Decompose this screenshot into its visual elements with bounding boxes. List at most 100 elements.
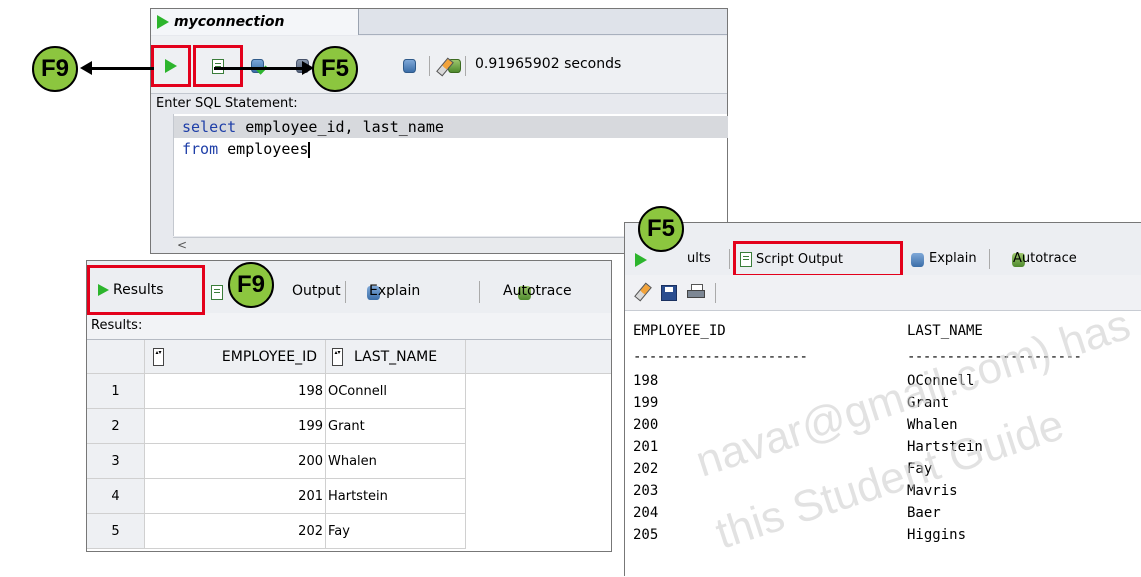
run-icon <box>157 15 169 29</box>
output-row-name: Higgins <box>907 527 967 543</box>
tab-autotrace-label: Autotrace <box>503 283 572 299</box>
output-row-id: 201 <box>633 439 659 455</box>
tab-divider <box>345 281 346 303</box>
results-grid: ▴▾ EMPLOYEE_ID ▴▾ LAST_NAME 1 198 OConne… <box>87 339 611 551</box>
callout-arrow-f5 <box>214 67 306 70</box>
explain-icon <box>911 253 924 267</box>
results-tab-strip: Results Output Explain Autotrace <box>87 261 611 315</box>
f9-key-badge-results: F9 <box>228 262 274 308</box>
toolbar-divider <box>715 283 716 303</box>
output-row-name: Baer <box>907 505 941 521</box>
script-icon <box>740 251 752 267</box>
callout-arrow-f9 <box>86 67 154 70</box>
output-row-id: 205 <box>633 527 659 543</box>
run-icon <box>635 253 647 267</box>
script-icon <box>211 285 223 300</box>
tab-results-partial-label: ults <box>687 251 711 266</box>
output-row-id: 198 <box>633 373 659 389</box>
save-icon[interactable] <box>661 285 677 301</box>
output-row-id: 203 <box>633 483 659 499</box>
callout-arrowhead-f9 <box>80 61 92 75</box>
explain-plan-icon[interactable] <box>403 59 417 73</box>
table-row[interactable]: 5 202 Fay <box>87 514 466 549</box>
run-icon <box>165 59 177 73</box>
table-row[interactable]: 4 201 Hartstein <box>87 479 466 514</box>
script-icon <box>212 58 224 74</box>
column-header-last-name[interactable]: ▴▾ LAST_NAME <box>326 340 466 374</box>
worksheet-toolbar: 0.91965902 seconds <box>151 36 727 94</box>
f9-key-badge: F9 <box>32 46 78 92</box>
tab-autotrace-label: Autotrace <box>1013 251 1077 266</box>
sql-line-1: select employee_id, last_name <box>174 116 728 138</box>
connection-tab-label: myconnection <box>174 14 285 30</box>
cell-last-name: Hartstein <box>326 479 466 514</box>
tab-output[interactable]: Output <box>292 283 341 299</box>
f5-key-badge-script: F5 <box>638 206 684 252</box>
output-row-id: 199 <box>633 395 659 411</box>
run-statement-button[interactable] <box>151 45 191 87</box>
tab-output-label: Output <box>292 283 341 299</box>
row-number: 4 <box>87 479 145 514</box>
cell-employee-id: 202 <box>145 514 326 549</box>
tab-results[interactable]: Results <box>87 265 205 315</box>
tab-autotrace[interactable]: Autotrace <box>1013 251 1077 266</box>
cell-employee-id: 200 <box>145 444 326 479</box>
output-row-id: 202 <box>633 461 659 477</box>
sql-keyword-from: from <box>182 140 219 158</box>
print-icon[interactable] <box>687 284 705 300</box>
sql-keyword-select: select <box>182 118 237 136</box>
tab-explain-label: Explain <box>369 283 421 299</box>
tab-explain[interactable]: Explain <box>929 251 977 266</box>
cell-employee-id: 198 <box>145 374 326 409</box>
table-row[interactable]: 1 198 OConnell <box>87 374 466 409</box>
table-row[interactable]: 2 199 Grant <box>87 409 466 444</box>
tab-script-output-label: Script Output <box>756 251 843 267</box>
tab-explain[interactable]: Explain <box>369 283 420 299</box>
row-number: 5 <box>87 514 145 549</box>
table-row[interactable]: 3 200 Whalen <box>87 444 466 479</box>
tab-script-output[interactable]: Script Output <box>733 241 903 277</box>
row-number: 1 <box>87 374 145 409</box>
tab-results-label: Results <box>113 282 164 298</box>
output-header-employee-id: EMPLOYEE_ID <box>633 323 726 339</box>
column-header-filler <box>466 340 611 374</box>
connection-tab[interactable]: myconnection <box>151 9 359 35</box>
column-header-label: EMPLOYEE_ID <box>221 348 317 365</box>
toolbar-divider <box>465 56 466 76</box>
tab-explain-label: Explain <box>929 251 977 266</box>
results-caption: Results: <box>91 318 143 333</box>
row-number: 2 <box>87 409 145 444</box>
text-cursor <box>308 141 311 158</box>
connection-tab-strip: myconnection <box>151 9 727 35</box>
execution-time: 0.91965902 seconds <box>475 56 622 72</box>
cell-last-name: Fay <box>326 514 466 549</box>
tab-divider <box>729 249 730 269</box>
grid-corner <box>87 340 145 374</box>
cell-employee-id: 199 <box>145 409 326 444</box>
run-script-button[interactable] <box>193 45 243 87</box>
output-dashes-employee-id: ---------------------- <box>633 349 808 365</box>
column-header-employee-id[interactable]: ▴▾ EMPLOYEE_ID <box>145 340 326 374</box>
sql-prompt-label: Enter SQL Statement: <box>156 96 298 111</box>
f5-key-badge: F5 <box>312 46 358 92</box>
clear-eraser-icon[interactable] <box>634 282 652 302</box>
sql-select-columns: employee_id, last_name <box>236 118 444 136</box>
output-header-last-name: LAST_NAME <box>907 323 983 339</box>
script-tab-strip: ults Script Output Explain Autotrace <box>625 223 1141 277</box>
column-header-label: LAST_NAME <box>354 348 438 365</box>
run-icon <box>98 284 109 296</box>
tab-autotrace[interactable]: Autotrace <box>503 283 572 299</box>
sql-table-name: employees <box>218 140 309 158</box>
scroll-left-arrow[interactable]: < <box>177 238 187 252</box>
sort-icon: ▴▾ <box>153 348 164 366</box>
script-output-toolbar <box>625 275 1141 311</box>
cell-employee-id: 201 <box>145 479 326 514</box>
cell-last-name: Grant <box>326 409 466 444</box>
tab-divider <box>479 281 480 303</box>
output-row-id: 200 <box>633 417 659 433</box>
cell-last-name: Whalen <box>326 444 466 479</box>
tab-results-partial[interactable]: ults <box>687 251 711 266</box>
sort-icon: ▴▾ <box>332 348 343 366</box>
tab-divider <box>989 249 990 269</box>
toolbar-divider <box>429 56 430 76</box>
